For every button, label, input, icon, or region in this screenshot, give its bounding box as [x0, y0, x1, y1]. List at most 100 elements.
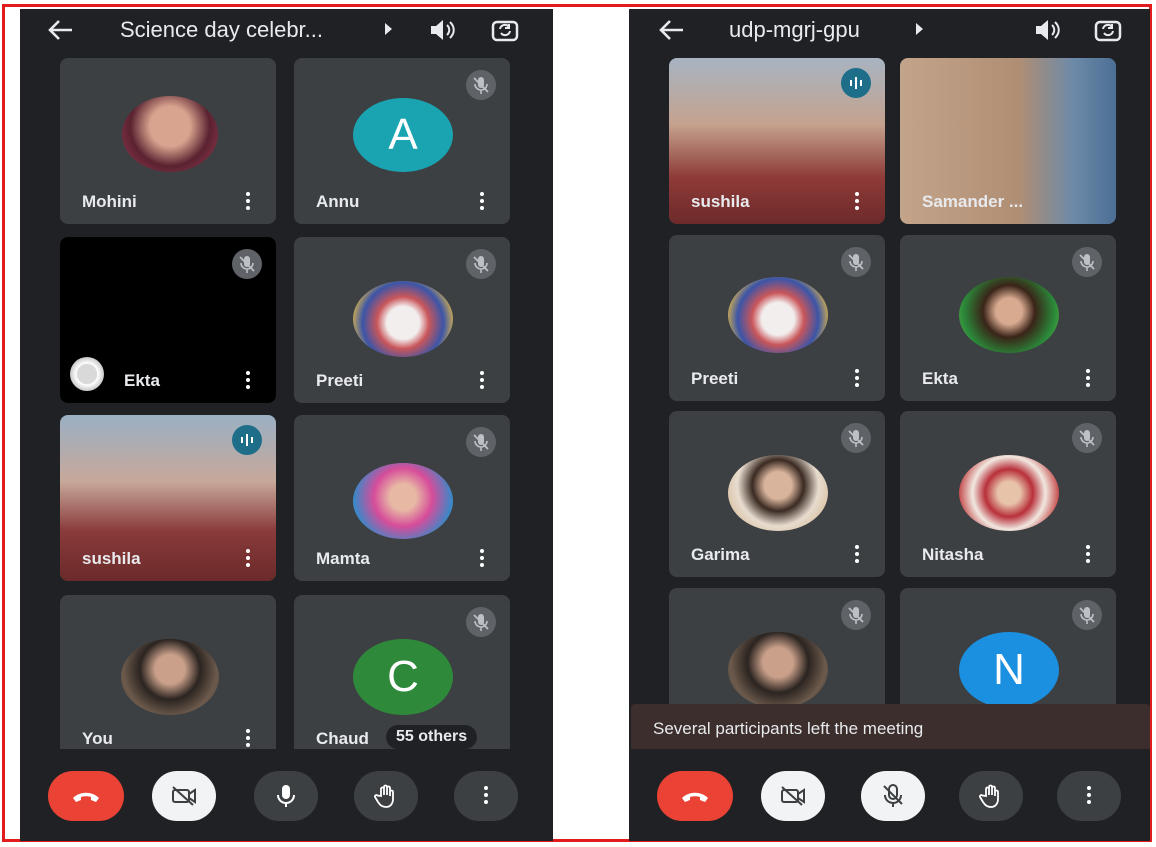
participant-tile-mamta[interactable]: Mamta [294, 415, 510, 581]
camera-off-icon [172, 786, 196, 806]
switch-camera-icon[interactable] [1093, 16, 1123, 44]
more-options-icon[interactable] [246, 729, 250, 747]
participant-tile-sushila[interactable]: sushila [669, 58, 885, 224]
participant-tile-annu[interactable]: A Annu [294, 58, 510, 224]
more-options-button[interactable] [1057, 771, 1121, 821]
meet-screen-left: Science day celebr... Mohini A Annu Ekta… [20, 9, 553, 841]
meet-screen-right: udp-mgrj-gpu sushila Samander ... Preeti… [629, 9, 1150, 841]
more-vert-icon [484, 785, 488, 807]
participant-tile-mohini[interactable]: Mohini [60, 58, 276, 224]
camera-toggle-button[interactable] [761, 771, 825, 821]
participant-name: Nitasha [922, 545, 984, 564]
more-options-icon[interactable] [855, 545, 859, 563]
participant-name: sushila [82, 549, 141, 568]
avatar [959, 455, 1059, 531]
participant-name: Chaud [316, 729, 369, 748]
mic-off-icon [466, 70, 496, 100]
raise-hand-button[interactable] [354, 771, 418, 821]
camera-toggle-button[interactable] [152, 771, 216, 821]
back-arrow-icon[interactable] [46, 18, 74, 42]
participant-name: Preeti [691, 369, 739, 388]
mic-off-icon [466, 249, 496, 279]
participant-tile-preeti[interactable]: Preeti [294, 237, 510, 403]
mic-toggle-button[interactable] [861, 771, 925, 821]
more-options-icon[interactable] [480, 192, 484, 210]
participant-name: Samander ... [922, 192, 1024, 211]
mic-off-icon [841, 247, 871, 277]
mic-toggle-button[interactable] [254, 771, 318, 821]
more-options-icon[interactable] [246, 549, 250, 567]
avatar [728, 455, 828, 531]
avatar [959, 277, 1059, 353]
participant-name: Annu [316, 192, 360, 211]
more-options-icon[interactable] [1086, 369, 1090, 387]
mic-off-icon [466, 427, 496, 457]
avatar [728, 632, 828, 708]
avatar: N [959, 632, 1059, 708]
participant-tile-ekta[interactable]: Ekta [60, 237, 276, 403]
participant-name: Preeti [316, 371, 364, 390]
mic-off-icon [841, 600, 871, 630]
call-controls [20, 749, 553, 841]
participant-tile-others[interactable]: C Chaud 55 others [294, 595, 510, 761]
title-chevron-icon[interactable] [916, 23, 923, 35]
toast-message: Several participants left the meeting [653, 719, 924, 738]
title-chevron-icon[interactable] [385, 23, 392, 35]
hand-icon [374, 784, 394, 808]
participant-name: Ekta [922, 369, 958, 388]
mic-off-icon [232, 249, 262, 279]
mic-off-icon [1072, 600, 1102, 630]
participant-tile-ekta[interactable]: Ekta [900, 235, 1116, 401]
more-options-icon[interactable] [1086, 545, 1090, 563]
speaker-icon[interactable] [1031, 16, 1061, 44]
participant-name: Ekta [124, 371, 160, 390]
more-options-button[interactable] [454, 771, 518, 821]
participant-tile-preeti[interactable]: Preeti [669, 235, 885, 401]
top-bar: udp-mgrj-gpu [629, 9, 1150, 53]
participant-name: Mohini [82, 192, 137, 211]
participant-name: Mamta [316, 549, 370, 568]
top-bar: Science day celebr... [20, 9, 553, 53]
more-options-icon[interactable] [480, 371, 484, 389]
participant-name: sushila [691, 192, 750, 211]
others-count-badge[interactable]: 55 others [386, 725, 478, 749]
participant-name: Garima [691, 545, 750, 564]
mic-off-icon [883, 784, 903, 807]
mic-off-icon [466, 607, 496, 637]
mic-off-icon [1072, 247, 1102, 277]
hand-icon [979, 784, 999, 808]
hang-up-icon [682, 792, 708, 802]
more-vert-icon [1087, 785, 1091, 807]
avatar [353, 463, 453, 539]
participant-tile-sushila[interactable]: sushila [60, 415, 276, 581]
avatar [122, 96, 218, 172]
speaking-indicator-icon [841, 68, 871, 98]
meeting-title[interactable]: udp-mgrj-gpu [729, 17, 860, 43]
participant-tile-garima[interactable]: Garima [669, 411, 885, 577]
back-arrow-icon[interactable] [657, 18, 685, 42]
more-options-icon[interactable] [480, 549, 484, 567]
avatar: A [353, 98, 453, 172]
participant-tile-you[interactable]: You [60, 595, 276, 761]
end-call-button[interactable] [657, 771, 733, 821]
raise-hand-button[interactable] [959, 771, 1023, 821]
mic-icon [277, 785, 295, 807]
avatar [121, 639, 219, 715]
more-options-icon[interactable] [855, 192, 859, 210]
participant-tile-nitasha[interactable]: Nitasha [900, 411, 1116, 577]
speaking-indicator-icon [232, 425, 262, 455]
meeting-title[interactable]: Science day celebr... [120, 17, 323, 43]
more-options-icon[interactable] [246, 371, 250, 389]
more-options-icon[interactable] [246, 192, 250, 210]
switch-camera-icon[interactable] [490, 16, 520, 44]
end-call-button[interactable] [48, 771, 124, 821]
hang-up-icon [73, 792, 99, 802]
more-options-icon[interactable] [855, 369, 859, 387]
camera-off-icon [781, 786, 805, 806]
avatar [353, 281, 453, 357]
mic-off-icon [841, 423, 871, 453]
speaker-icon[interactable] [426, 16, 456, 44]
participant-tile-samander[interactable]: Samander ... [900, 58, 1116, 224]
avatar [70, 357, 104, 391]
call-controls [629, 749, 1150, 841]
